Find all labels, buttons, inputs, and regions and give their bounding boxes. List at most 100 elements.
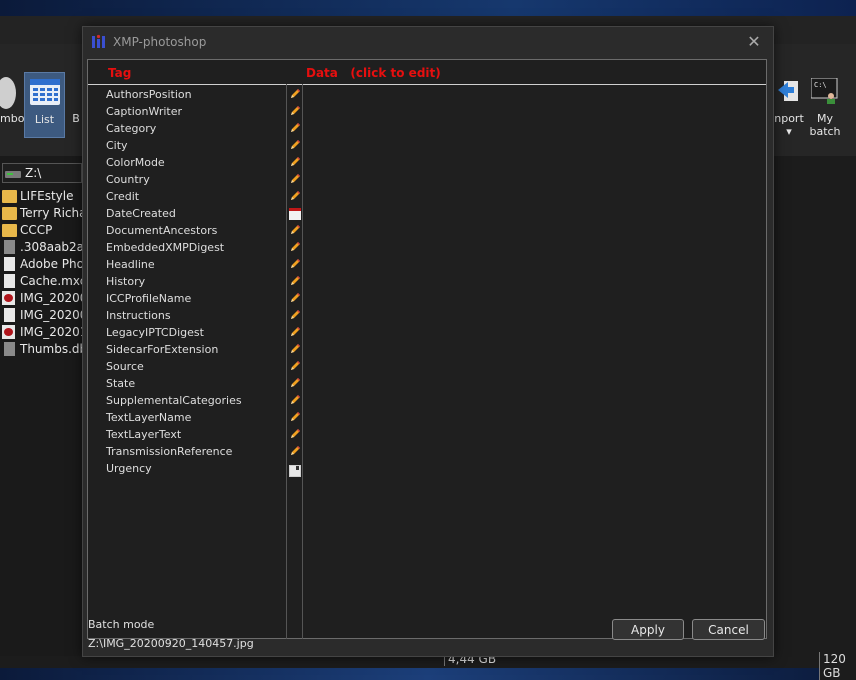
toggle-icon[interactable]: [289, 465, 301, 477]
header-divider: [88, 84, 766, 85]
file-name: .308aab2ac7: [20, 240, 82, 254]
file-list-item[interactable]: LIFEstyle: [2, 188, 82, 205]
pencil-icon[interactable]: [289, 156, 301, 168]
pencil-icon[interactable]: [289, 394, 301, 406]
column-header-tag[interactable]: Tag: [108, 66, 131, 80]
tag-name: DateCreated: [106, 207, 176, 220]
import-button[interactable]: nport ▾: [774, 72, 804, 138]
file-list-item[interactable]: Thumbs.db: [2, 341, 82, 358]
tag-name: CaptionWriter: [106, 105, 183, 118]
file-name: IMG_20200921: [20, 308, 82, 322]
my-batch-button[interactable]: C:\ My batch: [806, 72, 844, 138]
tag-row[interactable]: Instructions: [88, 307, 766, 324]
tag-name: State: [106, 377, 136, 390]
tag-row[interactable]: AuthorsPosition: [88, 86, 766, 103]
calendar-icon[interactable]: [289, 208, 301, 220]
combo-view-icon: [0, 77, 16, 109]
apply-button[interactable]: Apply: [612, 619, 684, 640]
pencil-icon[interactable]: [289, 88, 301, 100]
tag-row[interactable]: TextLayerText: [88, 426, 766, 443]
tag-row[interactable]: Headline: [88, 256, 766, 273]
tag-name: Instructions: [106, 309, 171, 322]
folder-icon: [2, 190, 17, 203]
pencil-icon[interactable]: [289, 292, 301, 304]
file-name: CCCP: [20, 223, 53, 237]
pencil-icon[interactable]: [289, 122, 301, 134]
desktop-wallpaper: [0, 0, 856, 16]
pencil-icon[interactable]: [289, 275, 301, 287]
tag-row[interactable]: LegacyIPTCDigest: [88, 324, 766, 341]
file-name: Adobe Photoshop: [20, 257, 82, 271]
tag-row[interactable]: ICCProfileName: [88, 290, 766, 307]
folder-icon: [2, 224, 17, 237]
tag-name: TextLayerName: [106, 411, 192, 424]
pencil-icon[interactable]: [289, 241, 301, 253]
tag-row[interactable]: ColorMode: [88, 154, 766, 171]
file-list-item[interactable]: IMG_20201001: [2, 324, 82, 341]
pencil-icon[interactable]: [289, 428, 301, 440]
my-batch-label: My batch: [809, 112, 841, 138]
combo-view-button[interactable]: mbo: [0, 72, 24, 138]
tag-row[interactable]: Country: [88, 171, 766, 188]
list-view-icon: [30, 79, 60, 105]
tag-grid: Tag Data (click to edit) AuthorsPosition…: [87, 59, 767, 639]
document-icon: [4, 274, 15, 288]
current-file-path: Z:\IMG_20200920_140457.jpg: [88, 637, 254, 650]
tag-row[interactable]: Urgency: [88, 460, 766, 477]
tag-row[interactable]: State: [88, 375, 766, 392]
b-toolbar-label: B: [72, 112, 80, 125]
file-name: IMG_20201001: [20, 325, 82, 339]
tag-row[interactable]: TransmissionReference: [88, 443, 766, 460]
svg-text:C:\: C:\: [814, 81, 827, 89]
pencil-icon[interactable]: [289, 326, 301, 338]
file-list-item[interactable]: IMG_20200921: [2, 307, 82, 324]
tag-row[interactable]: Credit: [88, 188, 766, 205]
file-name: IMG_20200920_140457.jpg: [20, 291, 82, 305]
tag-name: Source: [106, 360, 144, 373]
pencil-icon[interactable]: [289, 105, 301, 117]
tag-row[interactable]: Category: [88, 120, 766, 137]
file-icon: [4, 342, 15, 356]
pencil-icon[interactable]: [289, 224, 301, 236]
tag-row[interactable]: SupplementalCategories: [88, 392, 766, 409]
column-header-data[interactable]: Data (click to edit): [306, 66, 441, 80]
file-list-item[interactable]: IMG_20200920_140457.jpg: [2, 290, 82, 307]
image-icon: [2, 325, 15, 339]
tag-row[interactable]: EmbeddedXMPDigest: [88, 239, 766, 256]
file-list-item[interactable]: .308aab2ac7: [2, 239, 82, 256]
b-toolbar-button[interactable]: B: [70, 72, 82, 138]
pencil-icon[interactable]: [289, 190, 301, 202]
tag-name: SupplementalCategories: [106, 394, 242, 407]
dialog-titlebar[interactable]: XMP-photoshop ✕: [83, 27, 773, 57]
tag-row[interactable]: SidecarForExtension: [88, 341, 766, 358]
pencil-icon[interactable]: [289, 309, 301, 321]
tag-row[interactable]: CaptionWriter: [88, 103, 766, 120]
close-icon[interactable]: ✕: [743, 31, 765, 53]
pencil-icon[interactable]: [289, 173, 301, 185]
batch-console-icon: C:\: [811, 78, 838, 104]
cancel-button[interactable]: Cancel: [692, 619, 765, 640]
pencil-icon[interactable]: [289, 377, 301, 389]
pencil-icon[interactable]: [289, 360, 301, 372]
file-list-item[interactable]: Terry Richardson: [2, 205, 82, 222]
list-view-button[interactable]: List: [24, 72, 65, 138]
tag-row[interactable]: Source: [88, 358, 766, 375]
pencil-icon[interactable]: [289, 258, 301, 270]
import-arrow-icon: [778, 81, 798, 101]
tag-row[interactable]: DateCreated: [88, 205, 766, 222]
pencil-icon[interactable]: [289, 411, 301, 423]
tag-row[interactable]: History: [88, 273, 766, 290]
tag-row[interactable]: DocumentAncestors: [88, 222, 766, 239]
tag-row[interactable]: TextLayerName: [88, 409, 766, 426]
document-icon: [4, 257, 15, 271]
path-value: Z:\: [25, 166, 42, 180]
tag-name: EmbeddedXMPDigest: [106, 241, 225, 254]
file-list-item[interactable]: Cache.mxc3: [2, 273, 82, 290]
file-list-item[interactable]: CCCP: [2, 222, 82, 239]
pencil-icon[interactable]: [289, 139, 301, 151]
pencil-icon[interactable]: [289, 343, 301, 355]
tag-row[interactable]: City: [88, 137, 766, 154]
path-field[interactable]: Z:\: [2, 163, 82, 183]
file-list-item[interactable]: Adobe Photoshop: [2, 256, 82, 273]
pencil-icon[interactable]: [289, 445, 301, 457]
